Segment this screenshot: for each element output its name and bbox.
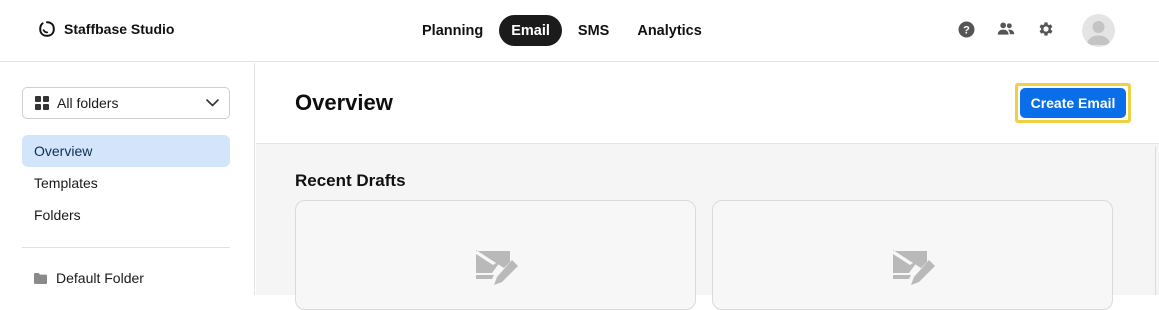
mail-edit-icon [476, 250, 518, 285]
avatar-placeholder-icon [1086, 21, 1111, 45]
main-nav: Planning Email SMS Analytics [410, 15, 714, 46]
folder-item-default[interactable]: Default Folder [34, 270, 144, 286]
nav-planning[interactable]: Planning [410, 15, 495, 46]
folder-select[interactable]: All folders [22, 87, 230, 119]
brand[interactable]: Staffbase Studio [38, 20, 174, 38]
nav-email[interactable]: Email [499, 15, 562, 46]
folder-item-label: Default Folder [56, 270, 144, 286]
create-email-button[interactable]: Create Email [1020, 88, 1126, 118]
sidebar-divider [22, 247, 230, 248]
user-avatar[interactable] [1082, 14, 1115, 47]
grid-icon [35, 96, 49, 110]
recent-drafts-title: Recent Drafts [295, 171, 406, 190]
scrollbar[interactable] [1155, 146, 1159, 295]
sidebar-nav: Overview Templates Folders [22, 135, 230, 231]
top-icons: ? [957, 20, 1055, 38]
page-title: Overview [295, 90, 393, 115]
draft-card[interactable] [295, 200, 696, 310]
folder-select-label: All folders [57, 95, 119, 111]
sidebar-item-folders[interactable]: Folders [22, 199, 230, 231]
create-email-highlight: Create Email [1015, 83, 1131, 123]
brand-name: Staffbase Studio [64, 21, 175, 37]
gear-icon[interactable] [1037, 20, 1055, 38]
sidebar: All folders Overview Templates Folders D… [0, 63, 255, 295]
staffbase-logo-icon [39, 21, 55, 37]
chevron-down-icon [206, 99, 219, 107]
svg-text:?: ? [963, 24, 970, 36]
mail-edit-icon [893, 250, 935, 285]
sidebar-item-overview[interactable]: Overview [22, 135, 230, 167]
nav-sms[interactable]: SMS [566, 15, 621, 46]
draft-card[interactable] [712, 200, 1113, 310]
sidebar-item-templates[interactable]: Templates [22, 167, 230, 199]
people-icon[interactable] [997, 20, 1015, 38]
help-icon[interactable]: ? [957, 20, 975, 38]
top-bar: Staffbase Studio Planning Email SMS Anal… [0, 0, 1159, 62]
folder-icon [34, 272, 47, 284]
main-content: Recent Drafts [256, 144, 1159, 310]
nav-analytics[interactable]: Analytics [625, 15, 713, 46]
main-header: Overview Create Email [256, 63, 1159, 144]
